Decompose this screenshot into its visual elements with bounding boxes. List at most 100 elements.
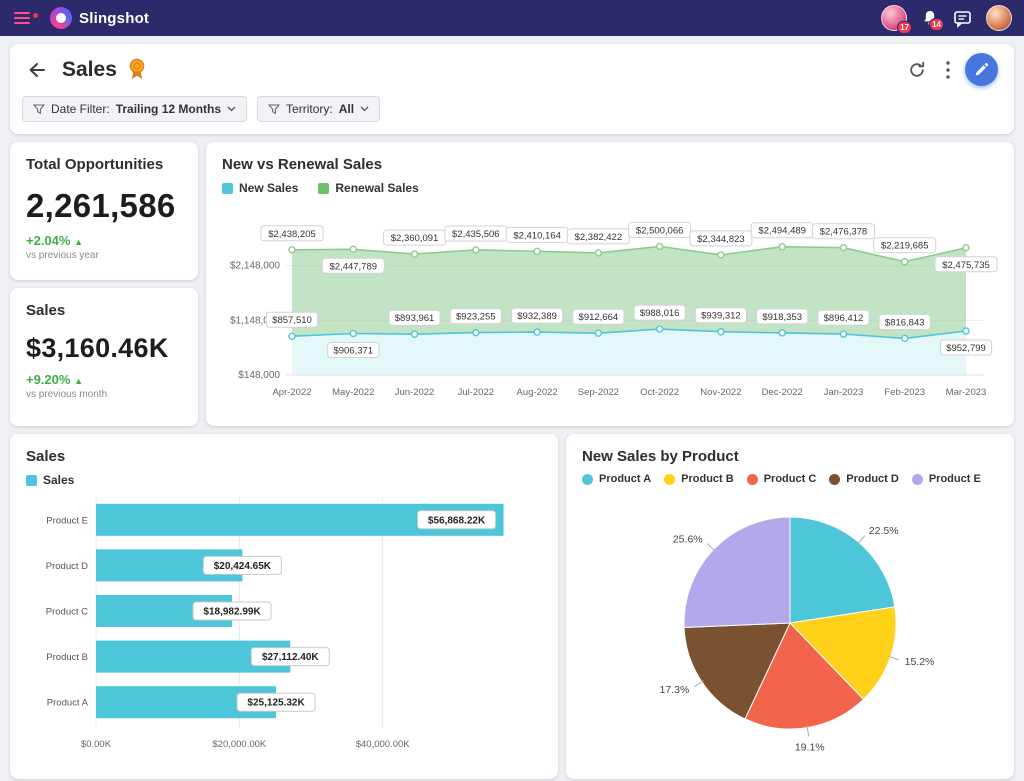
svg-text:Oct-2022: Oct-2022 bbox=[640, 387, 679, 398]
new-sales-by-product-card: New Sales by Product Product AProduct BP… bbox=[566, 434, 1014, 779]
legend-label: Product B bbox=[681, 473, 734, 485]
page-title: Sales bbox=[62, 58, 117, 82]
legend-marker bbox=[664, 474, 675, 485]
legend-item-product-d[interactable]: Product D bbox=[829, 473, 899, 485]
svg-text:Apr-2022: Apr-2022 bbox=[272, 387, 311, 398]
territory-filter-chip[interactable]: Territory: All bbox=[257, 96, 380, 122]
brand[interactable]: Slingshot bbox=[50, 7, 149, 29]
svg-text:Product C: Product C bbox=[46, 607, 88, 618]
menu-icon[interactable] bbox=[12, 10, 40, 26]
svg-text:Feb-2023: Feb-2023 bbox=[884, 387, 925, 398]
svg-text:$923,255: $923,255 bbox=[456, 312, 496, 323]
svg-text:Product D: Product D bbox=[46, 561, 88, 572]
pie-chart[interactable]: 22.5%15.2%19.1%17.3%25.6% bbox=[582, 487, 998, 765]
svg-text:$20,000.00K: $20,000.00K bbox=[212, 739, 267, 750]
svg-text:$816,843: $816,843 bbox=[885, 317, 925, 328]
chart-title: Sales bbox=[26, 448, 542, 465]
back-arrow-icon bbox=[26, 59, 48, 81]
kpi-sales[interactable]: Sales $3,160.46K +9.20% ▲ vs previous mo… bbox=[10, 288, 198, 426]
svg-text:$857,510: $857,510 bbox=[272, 315, 312, 326]
svg-text:$40,000.00K: $40,000.00K bbox=[356, 739, 411, 750]
legend-marker bbox=[318, 183, 329, 194]
legend-item-new-sales[interactable]: New Sales bbox=[222, 181, 298, 195]
svg-text:$2,447,789: $2,447,789 bbox=[329, 261, 377, 272]
notifications-bell-icon[interactable]: 14 bbox=[921, 9, 939, 28]
dashboard-content: Sales bbox=[0, 36, 1024, 781]
bell-badge: 14 bbox=[929, 18, 944, 31]
legend-label: Product C bbox=[764, 473, 817, 485]
date-filter-chip[interactable]: Date Filter: Trailing 12 Months bbox=[22, 96, 247, 122]
slingshot-logo-icon bbox=[50, 7, 72, 29]
svg-text:$952,799: $952,799 bbox=[946, 343, 986, 354]
legend-item-product-a[interactable]: Product A bbox=[582, 473, 651, 485]
svg-text:$896,412: $896,412 bbox=[824, 313, 864, 324]
new-vs-renewal-sales-card: New vs Renewal Sales New Sales Renewal Sa… bbox=[206, 142, 1014, 426]
svg-text:Sep-2022: Sep-2022 bbox=[578, 387, 619, 398]
svg-text:Dec-2022: Dec-2022 bbox=[762, 387, 803, 398]
svg-text:$18,982.99K: $18,982.99K bbox=[203, 607, 261, 618]
filter-label: Date Filter: bbox=[51, 102, 110, 116]
svg-text:$56,868.22K: $56,868.22K bbox=[428, 515, 486, 526]
kpi-delta: +9.20% ▲ bbox=[26, 372, 182, 387]
filter-row: Date Filter: Trailing 12 Months Territor… bbox=[10, 90, 1014, 134]
svg-text:$2,410,164: $2,410,164 bbox=[513, 230, 561, 241]
svg-text:$2,435,506: $2,435,506 bbox=[452, 229, 500, 240]
back-button[interactable] bbox=[22, 55, 52, 85]
kpi-value: 2,261,586 bbox=[26, 187, 182, 225]
chat-icon[interactable] bbox=[953, 9, 972, 28]
filter-label: Territory: bbox=[286, 102, 333, 116]
svg-text:$2,476,378: $2,476,378 bbox=[820, 227, 868, 238]
legend-marker bbox=[912, 474, 923, 485]
svg-text:$2,344,823: $2,344,823 bbox=[697, 234, 745, 245]
svg-text:$0.00K: $0.00K bbox=[81, 739, 112, 750]
filter-funnel-icon bbox=[268, 104, 280, 115]
svg-text:$2,382,422: $2,382,422 bbox=[575, 232, 623, 243]
more-options-button[interactable] bbox=[941, 56, 955, 84]
svg-text:Product A: Product A bbox=[47, 698, 89, 709]
team-avatar[interactable]: 17 bbox=[881, 5, 907, 31]
kpi-column: Total Opportunities 2,261,586 +2.04% ▲ v… bbox=[10, 142, 198, 426]
svg-text:$2,438,205: $2,438,205 bbox=[268, 229, 316, 240]
legend-item-product-c[interactable]: Product C bbox=[747, 473, 817, 485]
legend-label: Product E bbox=[929, 473, 981, 485]
filter-value: All bbox=[339, 102, 354, 116]
svg-text:Aug-2022: Aug-2022 bbox=[516, 387, 557, 398]
svg-text:$918,353: $918,353 bbox=[762, 312, 802, 323]
edit-button[interactable] bbox=[965, 53, 998, 86]
profile-avatar[interactable] bbox=[986, 5, 1012, 31]
page-header: Sales bbox=[10, 44, 1014, 134]
legend-marker bbox=[582, 474, 593, 485]
svg-text:May-2022: May-2022 bbox=[332, 387, 374, 398]
filter-value: Trailing 12 Months bbox=[116, 102, 221, 116]
title-row: Sales bbox=[10, 44, 1014, 90]
svg-text:15.2%: 15.2% bbox=[905, 656, 935, 668]
svg-text:$27,112.40K: $27,112.40K bbox=[262, 652, 319, 663]
refresh-button[interactable] bbox=[903, 56, 931, 84]
svg-text:$20,424.65K: $20,424.65K bbox=[214, 561, 272, 572]
dashboard-row-1: Total Opportunities 2,261,586 +2.04% ▲ v… bbox=[10, 142, 1014, 426]
legend-marker bbox=[26, 475, 37, 486]
chart-title: New vs Renewal Sales bbox=[222, 156, 998, 173]
svg-text:17.3%: 17.3% bbox=[660, 684, 690, 696]
dashboard-row-2: Sales Sales $0.00K $20,000.00K $40,000.00K… bbox=[10, 434, 1014, 779]
svg-text:$939,312: $939,312 bbox=[701, 311, 741, 322]
svg-text:Jun-2022: Jun-2022 bbox=[395, 387, 435, 398]
area-chart[interactable]: $148,000$1,148,000$2,148,000$2,438,205$2… bbox=[222, 197, 998, 411]
kpi-total-opportunities[interactable]: Total Opportunities 2,261,586 +2.04% ▲ v… bbox=[10, 142, 198, 280]
legend-item-sales[interactable]: Sales bbox=[26, 473, 74, 487]
legend-item-renewal-sales[interactable]: Renewal Sales bbox=[318, 181, 418, 195]
sales-bar-chart-card: Sales Sales $0.00K $20,000.00K $40,000.00K… bbox=[10, 434, 558, 779]
svg-text:19.1%: 19.1% bbox=[795, 741, 825, 753]
kpi-title: Total Opportunities bbox=[26, 156, 182, 173]
svg-text:$932,389: $932,389 bbox=[517, 311, 557, 322]
bar-chart[interactable]: $0.00K$20,000.00K$40,000.00KProduct E$56… bbox=[26, 489, 542, 757]
medal-icon bbox=[127, 58, 147, 81]
brand-name: Slingshot bbox=[79, 10, 149, 27]
refresh-icon bbox=[907, 60, 927, 80]
legend-item-product-b[interactable]: Product B bbox=[664, 473, 734, 485]
svg-text:$988,016: $988,016 bbox=[640, 308, 680, 319]
legend-item-product-e[interactable]: Product E bbox=[912, 473, 981, 485]
legend-label: Product D bbox=[846, 473, 899, 485]
pencil-icon bbox=[974, 62, 989, 77]
svg-text:Mar-2023: Mar-2023 bbox=[946, 387, 987, 398]
